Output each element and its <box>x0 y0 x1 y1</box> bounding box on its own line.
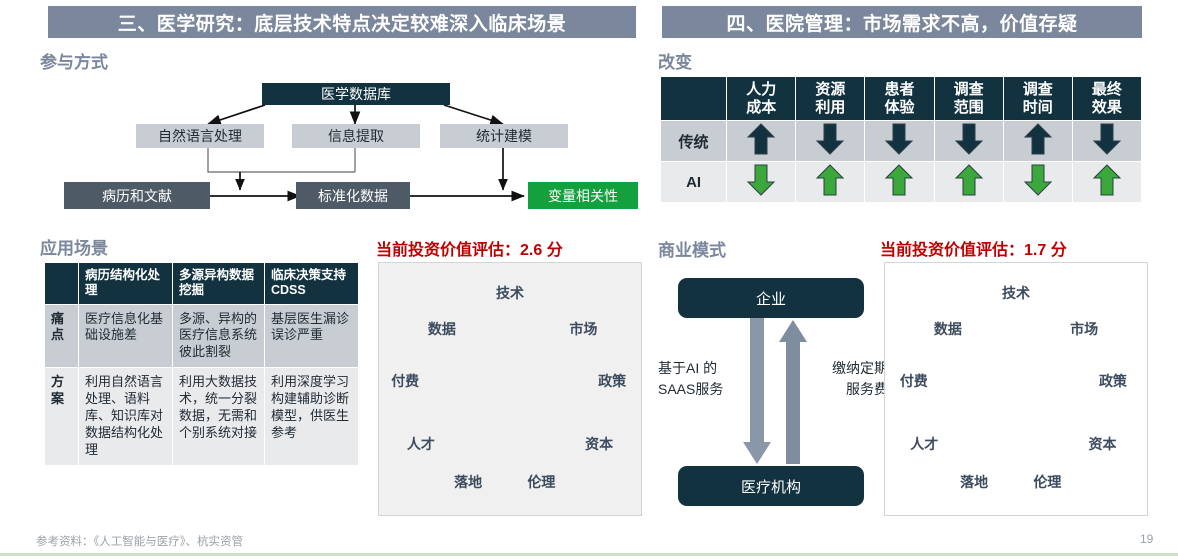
arrow-cell-traditional-4 <box>1002 120 1073 163</box>
change-comparison-table: 人力 成本 资源 利用 患者 体验 调查 范围 调查 时间 最终 效果 传统 AI <box>659 75 1143 204</box>
octa-node-payment: 付费 <box>899 373 928 390</box>
table-header-row: 病历结构化处理 多源异构数据挖掘 临床决策支持CDSS <box>44 262 359 305</box>
octa-node-market: 市场 <box>569 320 598 337</box>
cell-solution-cdss: 利用深度学习构建辅助诊断模型，供医生参考 <box>264 367 359 466</box>
cell-painpoint-cdss: 基层医生漏诊误诊严重 <box>264 303 359 369</box>
arrow-cell-traditional-1 <box>795 120 866 163</box>
arrow-up-icon <box>1092 164 1122 196</box>
arrow-down-icon <box>1023 164 1053 196</box>
col-header-mining: 多源异构数据挖掘 <box>172 262 265 305</box>
footer-source-note: 参考资料：《人工智能与医疗》、杭实资管 <box>36 536 243 548</box>
col-header-blank <box>44 262 79 305</box>
flow-node-records-literature: 病历和文献 <box>64 182 210 209</box>
page-number: 19 <box>1140 532 1154 546</box>
arrow-cell-ai-4 <box>1002 161 1073 204</box>
right-value-octagon-panel: 技术 市场 政策 资本 伦理 落地 人才 付费 数据 <box>884 262 1148 516</box>
arrow-down-icon <box>746 164 776 196</box>
arrow-down-icon <box>954 123 984 155</box>
flow-node-stat-modeling: 统计建模 <box>440 124 568 148</box>
change-col-header-survey-time: 调查 时间 <box>1002 75 1073 122</box>
octa-node-payment: 付费 <box>391 373 420 390</box>
change-col-header-patient-exp: 患者 体验 <box>864 75 935 122</box>
arrow-cell-traditional-3 <box>933 120 1004 163</box>
footer-divider-rule <box>0 553 1178 556</box>
change-col-header-labor-cost: 人力 成本 <box>726 75 797 122</box>
right-investment-score-label: 当前投资价值评估：1.7 分 <box>880 242 1067 259</box>
arrow-down-icon <box>1092 123 1122 155</box>
flow-node-standardized-data: 标准化数据 <box>296 182 410 209</box>
heading-application-scenarios: 应用场景 <box>40 239 108 258</box>
arrow-cell-ai-3 <box>933 161 1004 204</box>
arrow-down-icon <box>815 123 845 155</box>
table-row-painpoint: 痛点 医疗信息化基础设施差 多源、异构的医疗信息系统彼此割裂 基层医生漏诊误诊严… <box>44 303 359 369</box>
heading-change: 改变 <box>658 53 692 72</box>
row-label-painpoint: 痛点 <box>44 303 79 369</box>
octa-node-landing: 落地 <box>960 474 989 491</box>
octa-node-policy: 政策 <box>1098 373 1127 390</box>
arrow-cell-traditional-0 <box>726 120 797 163</box>
octa-node-technology: 技术 <box>496 285 524 302</box>
flow-node-variable-correlation: 变量相关性 <box>528 182 638 209</box>
octa-node-data: 数据 <box>933 320 962 337</box>
octa-node-ethics: 伦理 <box>1033 474 1062 491</box>
flow-node-nlp: 自然语言处理 <box>136 124 264 148</box>
left-section-title: 三、医学研究：底层技术特点决定较难深入临床场景 <box>48 6 636 38</box>
slide-canvas: 三、医学研究：底层技术特点决定较难深入临床场景 四、医院管理：市场需求不高，价值… <box>0 0 1178 560</box>
arrow-cell-traditional-2 <box>864 120 935 163</box>
bm-node-enterprise: 企业 <box>678 278 864 318</box>
bm-exchange-arrows <box>743 318 807 464</box>
heading-business-model: 商业模式 <box>658 241 726 260</box>
arrow-cell-ai-5 <box>1071 161 1143 204</box>
bm-node-medical-institution: 医疗机构 <box>678 466 864 506</box>
change-col-header-final-effect: 最终 效果 <box>1071 75 1143 122</box>
octa-node-market: 市场 <box>1070 320 1099 337</box>
change-col-header-survey-scope: 调查 范围 <box>933 75 1004 122</box>
table-row-solution: 方案 利用自然语言处理、语料库、知识库对数据结构化处理 利用大数据技术，统一分裂… <box>44 367 359 466</box>
cell-solution-emr: 利用自然语言处理、语料库、知识库对数据结构化处理 <box>78 367 173 466</box>
right-section-title: 四、医院管理：市场需求不高，价值存疑 <box>662 6 1142 38</box>
change-row-label-traditional: 传统 <box>659 120 728 163</box>
arrow-up-icon <box>815 164 845 196</box>
col-header-emr: 病历结构化处理 <box>78 262 173 305</box>
arrow-cell-traditional-5 <box>1071 120 1143 163</box>
cell-solution-mining: 利用大数据技术，统一分裂数据，无需和个别系统对接 <box>172 367 265 466</box>
octa-node-ethics: 伦理 <box>527 474 556 491</box>
octa-node-data: 数据 <box>427 320 456 337</box>
octa-node-landing: 落地 <box>454 474 483 491</box>
octa-node-technology: 技术 <box>1002 285 1030 302</box>
change-col-header-blank <box>659 75 728 122</box>
arrow-up-icon <box>1023 123 1053 155</box>
change-table-header-row: 人力 成本 资源 利用 患者 体验 调查 范围 调查 时间 最终 效果 <box>659 75 1143 122</box>
octa-node-capital: 资本 <box>1088 436 1117 453</box>
octa-node-capital: 资本 <box>585 436 614 453</box>
arrow-up-icon <box>746 123 776 155</box>
octa-node-policy: 政策 <box>598 373 627 390</box>
change-table-row-ai: AI <box>659 161 1143 204</box>
change-table-row-traditional: 传统 <box>659 120 1143 163</box>
change-row-label-ai: AI <box>659 161 728 204</box>
change-col-header-resource-use: 资源 利用 <box>795 75 866 122</box>
row-label-solution: 方案 <box>44 367 79 466</box>
arrow-cell-ai-1 <box>795 161 866 204</box>
left-value-octagon-panel: 技术 市场 政策 资本 伦理 落地 人才 付费 数据 <box>378 262 642 516</box>
col-header-cdss: 临床决策支持CDSS <box>264 262 359 305</box>
arrow-up-icon <box>954 164 984 196</box>
octa-node-talent: 人才 <box>910 436 939 453</box>
arrow-up-icon <box>884 164 914 196</box>
arrow-cell-ai-2 <box>864 161 935 204</box>
bm-label-saas-service: 基于AI 的 SAAS服务 <box>658 360 724 397</box>
bm-label-service-fee: 缴纳定期 服务费 <box>832 360 888 397</box>
flow-node-medical-database: 医学数据库 <box>262 83 450 105</box>
octa-node-talent: 人才 <box>406 436 435 453</box>
cell-painpoint-emr: 医疗信息化基础设施差 <box>78 303 173 369</box>
cell-painpoint-mining: 多源、异构的医疗信息系统彼此割裂 <box>172 303 265 369</box>
left-investment-score-label: 当前投资价值评估：2.6 分 <box>376 242 563 259</box>
flow-node-info-extract: 信息提取 <box>292 124 420 148</box>
application-scenario-table: 病历结构化处理 多源异构数据挖掘 临床决策支持CDSS 痛点 医疗信息化基础设施… <box>44 262 359 466</box>
arrow-down-icon <box>884 123 914 155</box>
heading-participation-mode: 参与方式 <box>40 53 108 72</box>
arrow-cell-ai-0 <box>726 161 797 204</box>
